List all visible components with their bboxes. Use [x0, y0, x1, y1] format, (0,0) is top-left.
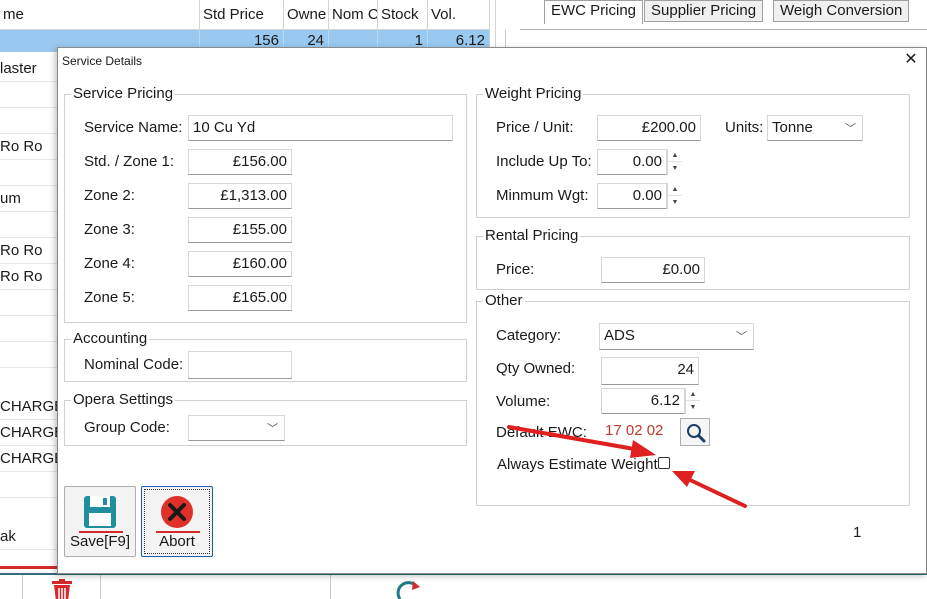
annotation-arrow-right	[672, 471, 747, 508]
annotation-arrow-left	[507, 425, 656, 458]
annotation-arrows	[507, 425, 747, 508]
